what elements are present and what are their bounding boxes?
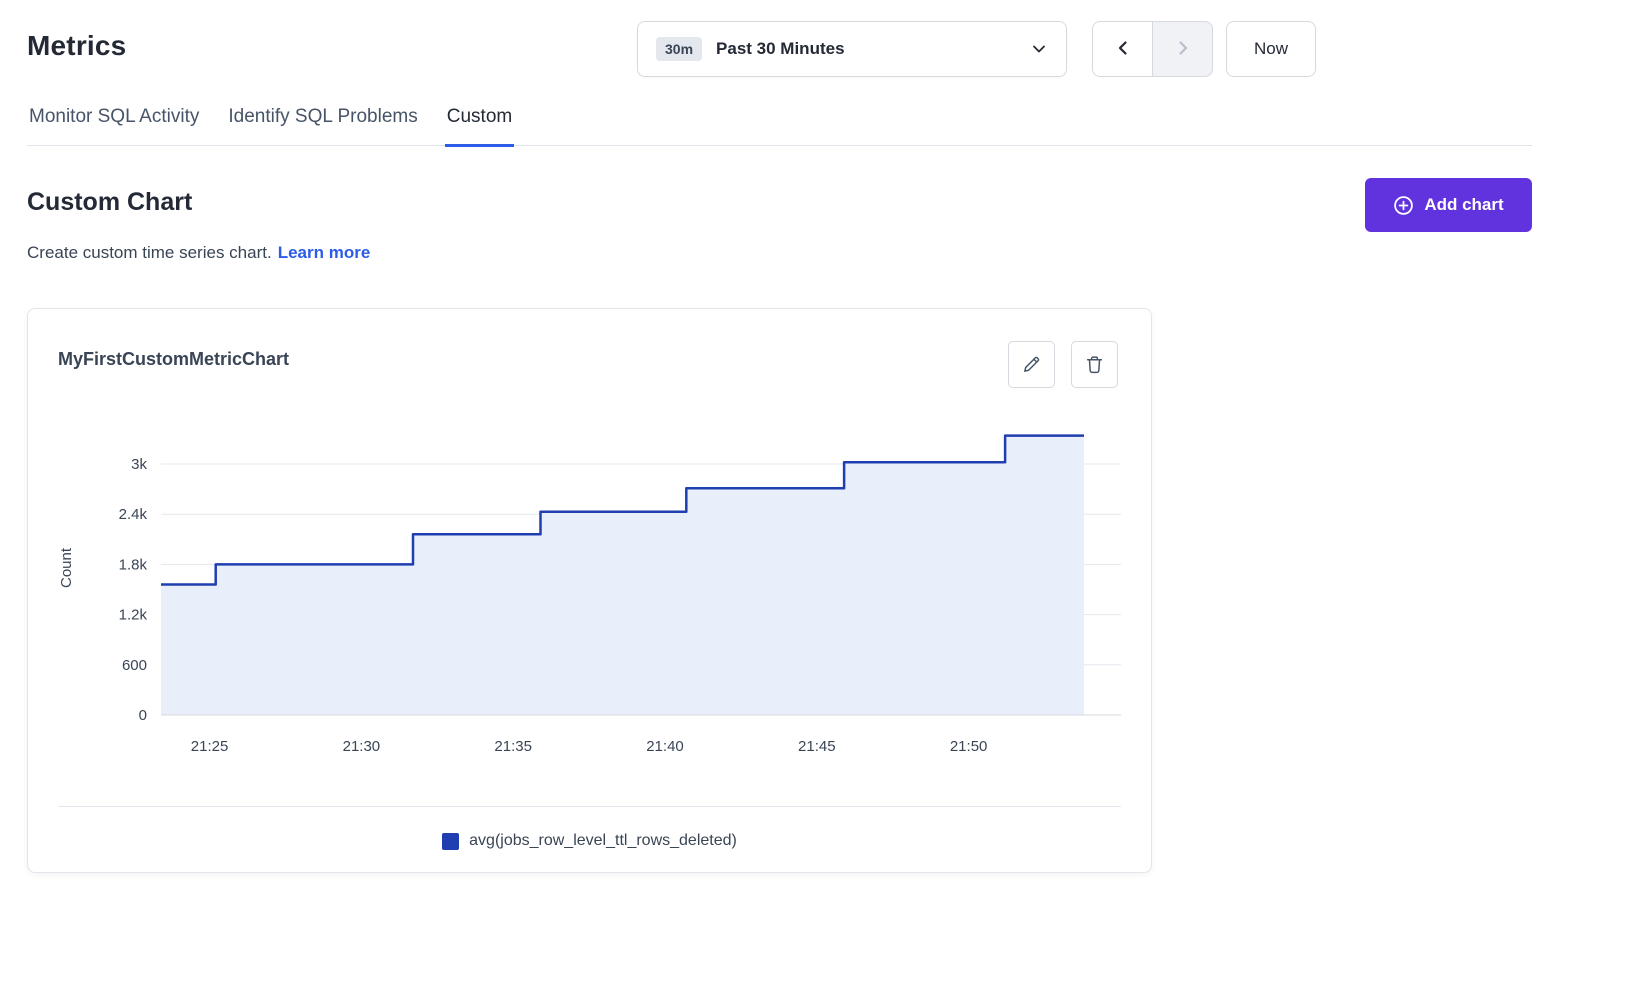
- legend-swatch: [442, 833, 459, 850]
- section-title: Custom Chart: [27, 188, 192, 217]
- chart-card-actions: [1008, 341, 1118, 388]
- svg-text:21:35: 21:35: [494, 738, 532, 755]
- time-range-badge: 30m: [656, 37, 702, 62]
- svg-text:1.8k: 1.8k: [119, 556, 148, 573]
- metric-step-area-chart[interactable]: 0 600 1.2k 1.8k 2.4k 3k 21:25 21:30 21:35 21:40 21…: [58, 421, 1123, 761]
- delete-chart-button[interactable]: [1071, 341, 1118, 388]
- chevron-left-icon: [1113, 38, 1133, 61]
- svg-text:0: 0: [139, 707, 147, 724]
- svg-text:1.2k: 1.2k: [119, 607, 148, 624]
- learn-more-link[interactable]: Learn more: [278, 243, 371, 262]
- time-range-label: Past 30 Minutes: [716, 39, 845, 59]
- next-time-button[interactable]: [1152, 21, 1213, 77]
- svg-text:600: 600: [122, 657, 147, 674]
- pencil-icon: [1021, 354, 1042, 375]
- tab-identify-sql-problems[interactable]: Identify SQL Problems: [226, 104, 419, 145]
- svg-text:21:50: 21:50: [950, 738, 988, 755]
- page-title: Metrics: [27, 30, 126, 62]
- chart-legend: avg(jobs_row_level_ttl_rows_deleted): [28, 832, 1151, 850]
- svg-text:21:30: 21:30: [343, 738, 381, 755]
- svg-text:Count: Count: [58, 547, 75, 588]
- chart-title: MyFirstCustomMetricChart: [58, 349, 289, 370]
- svg-text:2.4k: 2.4k: [119, 506, 148, 523]
- section-description: Create custom time series chart. Learn mo…: [27, 243, 370, 263]
- add-chart-button[interactable]: Add chart: [1365, 178, 1532, 232]
- svg-text:21:25: 21:25: [191, 738, 229, 755]
- svg-text:21:45: 21:45: [798, 738, 836, 755]
- time-range-picker[interactable]: 30m Past 30 Minutes: [637, 21, 1067, 77]
- chevron-down-icon: [1030, 40, 1048, 58]
- prev-time-button[interactable]: [1092, 21, 1153, 77]
- card-separator: [58, 806, 1121, 807]
- section-description-text: Create custom time series chart.: [27, 243, 272, 262]
- now-button[interactable]: Now: [1226, 21, 1316, 77]
- chevron-right-icon: [1173, 38, 1193, 61]
- tab-bar: Monitor SQL Activity Identify SQL Proble…: [27, 104, 1532, 146]
- tab-custom[interactable]: Custom: [445, 104, 514, 147]
- svg-text:21:40: 21:40: [646, 738, 684, 755]
- metrics-page: Metrics 30m Past 30 Minutes Now Monitor …: [0, 0, 1650, 982]
- tab-monitor-sql-activity[interactable]: Monitor SQL Activity: [27, 104, 201, 145]
- add-chart-label: Add chart: [1424, 195, 1503, 215]
- svg-text:3k: 3k: [131, 456, 147, 473]
- trash-icon: [1084, 354, 1105, 375]
- chart-card: MyFirstCustomMetricChart 0 600 1.2k 1.8k 2.4…: [27, 308, 1152, 873]
- legend-label: avg(jobs_row_level_ttl_rows_deleted): [469, 832, 737, 850]
- time-nav-buttons: [1092, 21, 1213, 77]
- plus-circle-icon: [1393, 195, 1414, 216]
- edit-chart-button[interactable]: [1008, 341, 1055, 388]
